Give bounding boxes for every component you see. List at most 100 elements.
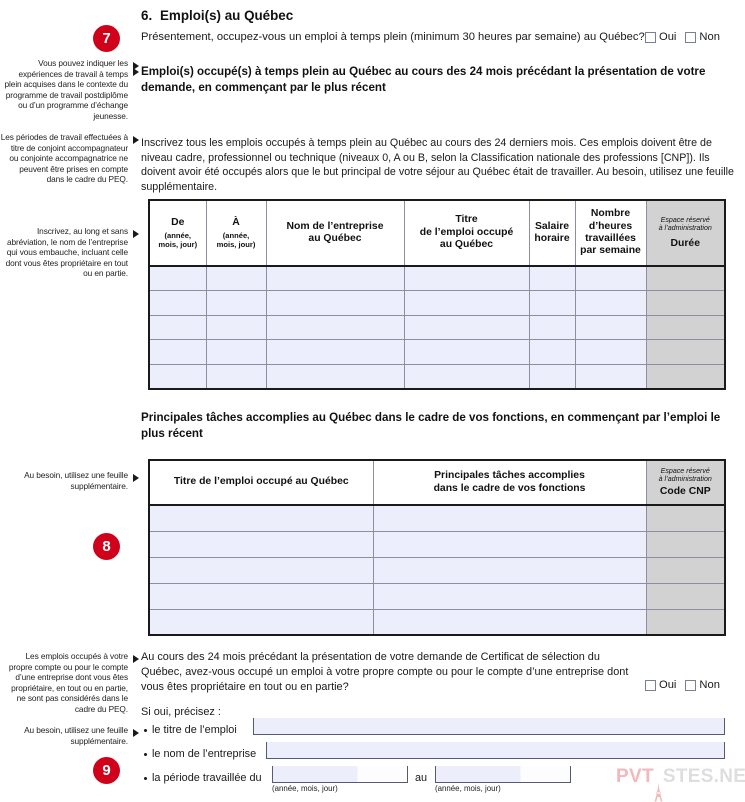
watermark-part1: PVT (616, 766, 654, 787)
bullet-icon (144, 752, 147, 756)
checkbox-icon[interactable] (685, 679, 697, 691)
arrow-icon (133, 68, 139, 76)
badge-9: 9 (93, 757, 120, 784)
detail-label-text: le titre de l’emploi (152, 724, 237, 736)
tasks-table: Titre de l’emploi occupé au Québec Princ… (148, 459, 726, 636)
col-header-de: De (année, mois, jour) (148, 199, 207, 267)
cell-heures[interactable] (574, 314, 647, 340)
section-title-text: Emploi(s) au Québec (160, 8, 294, 23)
cell-titre-emploi[interactable] (403, 363, 530, 390)
admin-duree-label: Durée (670, 237, 700, 249)
cell-a[interactable] (205, 363, 267, 390)
cell-de[interactable] (148, 290, 207, 316)
margin-note-entreprise: Inscrivez, au long et sans abréviation, … (5, 226, 129, 279)
cell-duree-admin (645, 339, 726, 365)
cell-titre-emploi[interactable] (403, 339, 530, 365)
margin-note-conjoint: Les périodes de travail effectuées à tit… (0, 132, 128, 185)
fulltime-non-option[interactable]: Non (685, 31, 720, 43)
detail-label-text: le nom de l’entreprise (152, 748, 257, 760)
badge-8: 8 (93, 533, 120, 560)
checkbox-icon[interactable] (685, 31, 697, 43)
col-header-principales-taches: Principales tâches accomplies dans le cad… (372, 459, 647, 506)
cell-salaire[interactable] (528, 339, 576, 365)
cell-salaire[interactable] (528, 265, 576, 291)
cell-taches[interactable] (372, 556, 647, 584)
own-business-non-label: Non (699, 679, 720, 691)
admin-code-cnp-label: Code CNP (659, 485, 711, 497)
cell-heures[interactable] (574, 339, 647, 365)
section-number: 6. (141, 8, 153, 23)
instructions-paragraph: Inscrivez tous les emplois occupés à tem… (141, 137, 734, 193)
caption-periode-du: (année, mois, jour) (272, 784, 338, 793)
cell-titre-emploi[interactable] (403, 290, 530, 316)
col-header-titre-emploi: Titre de l’emploi occupé au Québec (403, 199, 530, 267)
detail-label-titre-emploi: le titre de l’emploi (144, 724, 237, 736)
cell-titre-emploi[interactable] (148, 530, 374, 558)
cell-heures[interactable] (574, 363, 647, 390)
col-header-a: À (année, mois, jour) (205, 199, 267, 267)
table-row (148, 608, 726, 636)
own-business-non-option[interactable]: Non (685, 679, 720, 691)
table-row (148, 504, 726, 532)
cell-a[interactable] (205, 290, 267, 316)
checkbox-icon[interactable] (645, 31, 656, 43)
cell-duree-admin (645, 363, 726, 390)
cell-salaire[interactable] (528, 290, 576, 316)
cell-duree-admin (645, 265, 726, 291)
bold-intro-tasks: Principales tâches accomplies au Québec … (141, 411, 721, 440)
table-row (148, 339, 726, 365)
cell-taches[interactable] (372, 504, 647, 532)
table-row (148, 556, 726, 584)
cell-taches[interactable] (372, 530, 647, 558)
cell-titre-emploi[interactable] (148, 556, 374, 584)
input-titre-emploi[interactable] (253, 718, 725, 735)
employment-table: De (année, mois, jour) À (année, mois, jou… (148, 199, 726, 390)
input-periode-du[interactable] (272, 766, 408, 783)
cell-titre-emploi[interactable] (148, 504, 374, 532)
col-header-de-title: De (171, 217, 185, 229)
cell-a[interactable] (205, 314, 267, 340)
cell-nom-entreprise[interactable] (265, 314, 405, 340)
cell-heures[interactable] (574, 265, 647, 291)
table-row (148, 582, 726, 610)
table-row (148, 265, 726, 291)
margin-note-feuille-2: Au besoin, utilisez une feuille suppléme… (24, 725, 128, 746)
cell-nom-entreprise[interactable] (265, 363, 405, 390)
cell-a[interactable] (205, 339, 267, 365)
cell-titre-emploi[interactable] (148, 608, 374, 636)
cell-de[interactable] (148, 339, 207, 365)
checkbox-icon[interactable] (645, 679, 656, 691)
fulltime-oui-option[interactable]: Oui (645, 31, 676, 43)
margin-note-postdiplome: Vous pouvez indiquer les expériences de … (4, 58, 129, 121)
cell-heures[interactable] (574, 290, 647, 316)
detail-label-text: la période travaillée du (152, 772, 262, 784)
arrow-icon (133, 136, 139, 144)
own-business-oui-option[interactable]: Oui (645, 679, 676, 691)
cell-taches[interactable] (372, 608, 647, 636)
cell-de[interactable] (148, 265, 207, 291)
input-nom-entreprise[interactable] (266, 742, 725, 759)
cell-duree-admin (645, 314, 726, 340)
pvtistes-watermark: PVT STES.NET (616, 766, 745, 802)
input-periode-au[interactable] (435, 766, 571, 783)
bold-intro-employment: Emploi(s) occupé(s) à temps plein au Qué… (141, 65, 706, 94)
cell-code-cnp-admin (645, 504, 726, 532)
cell-de[interactable] (148, 363, 207, 390)
employment-table-body (148, 265, 726, 390)
si-oui-label: Si oui, précisez : (141, 706, 221, 718)
cell-titre-emploi[interactable] (403, 265, 530, 291)
cell-a[interactable] (205, 265, 267, 291)
cell-salaire[interactable] (528, 314, 576, 340)
cell-nom-entreprise[interactable] (265, 339, 405, 365)
cell-titre-emploi[interactable] (148, 582, 374, 610)
cell-salaire[interactable] (528, 363, 576, 390)
bullet-icon (144, 728, 147, 732)
cell-nom-entreprise[interactable] (265, 290, 405, 316)
cell-titre-emploi[interactable] (403, 314, 530, 340)
cell-nom-entreprise[interactable] (265, 265, 405, 291)
margin-note-peq-propre-compte: Les emplois occupés à votre propre compt… (8, 651, 128, 714)
col-header-salaire-horaire: Salaire horaire (528, 199, 576, 267)
bullet-icon (144, 776, 147, 780)
cell-de[interactable] (148, 314, 207, 340)
cell-taches[interactable] (372, 582, 647, 610)
